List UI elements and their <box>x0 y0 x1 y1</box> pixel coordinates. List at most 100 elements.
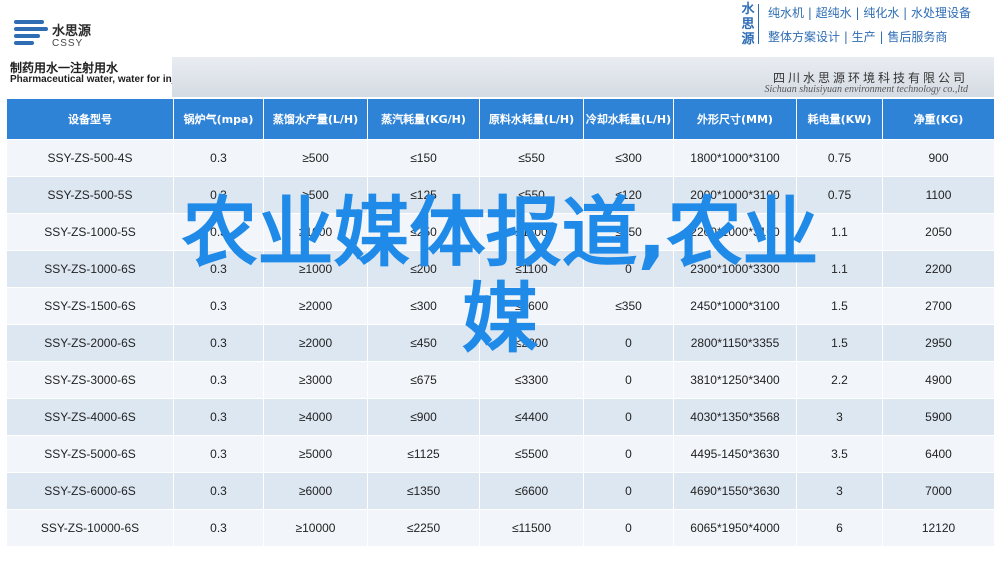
table-cell: SSY-ZS-500-4S <box>6 139 174 177</box>
table-cell: ≥500 <box>263 139 368 177</box>
table-cell: 2050 <box>882 213 995 251</box>
table-row: SSY-ZS-4000-6S 0.3 ≥4000 ≤900 ≤4400 0 4030*135… <box>6 398 995 436</box>
table-cell: 2.2 <box>796 361 883 399</box>
table-cell: SSY-ZS-5000-6S <box>6 435 174 473</box>
table-cell: ≥3000 <box>263 361 368 399</box>
table-cell: 0 <box>583 509 674 547</box>
table-cell: 0.3 <box>173 509 264 547</box>
table-cell: 0.3 <box>173 250 264 288</box>
column-header: 蒸汽耗量(KG/H) <box>367 98 480 140</box>
table-cell: ≤450 <box>367 324 480 362</box>
company-band: 四川水思源环境科技有限公司 Sichuan shuisiyuan environ… <box>172 57 994 97</box>
table-cell: 0 <box>583 472 674 510</box>
table-cell: 1.5 <box>796 287 883 325</box>
table-cell: 1.1 <box>796 213 883 251</box>
table-cell: 2000*1000*3100 <box>673 176 797 214</box>
table-cell: ≤250 <box>583 213 674 251</box>
column-header: 耗电量(KW) <box>796 98 883 140</box>
table-cell: 0.3 <box>173 361 264 399</box>
table-cell: 12120 <box>882 509 995 547</box>
table-cell: 1800*1000*3100 <box>673 139 797 177</box>
table-row: SSY-ZS-1500-6S 0.3 ≥2000 ≤300 ≤1600 ≤350 2450*… <box>6 287 995 325</box>
table-cell: 3810*1250*3400 <box>673 361 797 399</box>
table-row: SSY-ZS-500-4S 0.3 ≥500 ≤150 ≤550 ≤300 1800*100… <box>6 139 995 177</box>
table-cell: 1.5 <box>796 324 883 362</box>
table-cell: 2950 <box>882 324 995 362</box>
table-cell: 0.3 <box>173 324 264 362</box>
table-cell: ≤300 <box>367 287 480 325</box>
table-cell: SSY-ZS-4000-6S <box>6 398 174 436</box>
table-cell: 7000 <box>882 472 995 510</box>
table-cell: 3 <box>796 398 883 436</box>
table-header-row: 设备型号 锅炉气(mpa) 蒸馏水产量(L/H) 蒸汽耗量(KG/H) 原料水耗量(L/… <box>6 98 995 140</box>
table-row: SSY-ZS-500-5S 0.3 ≥500 ≤125 ≤550 ≤120 2000*100… <box>6 176 995 214</box>
table-cell: ≥5000 <box>263 435 368 473</box>
table-cell: ≥1000 <box>263 250 368 288</box>
table-cell: 0.3 <box>173 472 264 510</box>
table-cell: ≤3300 <box>479 361 584 399</box>
table-row: SSY-ZS-3000-6S 0.3 ≥3000 ≤675 ≤3300 0 3810*125… <box>6 361 995 399</box>
table-cell: ≤125 <box>367 176 480 214</box>
table-cell: ≤550 <box>479 139 584 177</box>
table-cell: 2300*1000*3300 <box>673 250 797 288</box>
table-cell: SSY-ZS-10000-6S <box>6 509 174 547</box>
table-cell: ≤11500 <box>479 509 584 547</box>
table-cell: 5900 <box>882 398 995 436</box>
table-cell: 4690*1550*3630 <box>673 472 797 510</box>
table-cell: SSY-ZS-2000-6S <box>6 324 174 362</box>
table-cell: SSY-ZS-6000-6S <box>6 472 174 510</box>
brand-slogan: 水思源 纯水机 | 超纯水 | 纯化水 | 水处理设备 整体方案设计 | 生产 … <box>736 0 1000 50</box>
table-cell: ≤250 <box>367 213 480 251</box>
company-logo: 水思源 CSSY <box>14 18 114 58</box>
table-row: SSY-ZS-2000-6S 0.3 ≥2000 ≤450 ≤2200 0 2800*115… <box>6 324 995 362</box>
table-cell: ≤350 <box>583 287 674 325</box>
table-cell: ≥1000 <box>263 213 368 251</box>
table-row: SSY-ZS-6000-6S 0.3 ≥6000 ≤1350 ≤6600 0 4690*15… <box>6 472 995 510</box>
table-row: SSY-ZS-5000-6S 0.3 ≥5000 ≤1125 ≤5500 0 4495-14… <box>6 435 995 473</box>
table-cell: 0.3 <box>173 139 264 177</box>
table-cell: ≤1100 <box>479 213 584 251</box>
table-cell: 0.3 <box>173 435 264 473</box>
table-cell: ≤2200 <box>479 324 584 362</box>
brand-line-1: 纯水机 | 超纯水 | 纯化水 | 水处理设备 <box>768 6 972 20</box>
table-cell: 0.3 <box>173 287 264 325</box>
table-cell: 0.3 <box>173 176 264 214</box>
table-cell: 4495-1450*3630 <box>673 435 797 473</box>
table-cell: ≤1350 <box>367 472 480 510</box>
column-header: 蒸馏水产量(L/H) <box>263 98 368 140</box>
table-cell: ≤900 <box>367 398 480 436</box>
logo-name-cn: 水思源 <box>52 24 92 39</box>
table-cell: SSY-ZS-1000-6S <box>6 250 174 288</box>
table-cell: 0 <box>583 361 674 399</box>
table-cell: ≤1125 <box>367 435 480 473</box>
table-cell: 2450*1000*3100 <box>673 287 797 325</box>
table-cell: ≤550 <box>479 176 584 214</box>
table-row: SSY-ZS-1000-5S 0.3 ≥1000 ≤250 ≤1100 ≤250 2200*… <box>6 213 995 251</box>
table-cell: 4900 <box>882 361 995 399</box>
table-cell: 3.5 <box>796 435 883 473</box>
table-cell: ≤2250 <box>367 509 480 547</box>
table-cell: 3 <box>796 472 883 510</box>
table-cell: 900 <box>882 139 995 177</box>
table-cell: ≤300 <box>583 139 674 177</box>
water-wave-icon <box>14 18 48 48</box>
table-row: SSY-ZS-1000-6S 0.3 ≥1000 ≤200 ≤1100 0 2300*100… <box>6 250 995 288</box>
table-cell: 4030*1350*3568 <box>673 398 797 436</box>
table-cell: 2800*1150*3355 <box>673 324 797 362</box>
spec-table: 设备型号 锅炉气(mpa) 蒸馏水产量(L/H) 蒸汽耗量(KG/H) 原料水耗量(L/… <box>6 98 995 547</box>
table-cell: ≤675 <box>367 361 480 399</box>
table-cell: ≤150 <box>367 139 480 177</box>
table-cell: 0.3 <box>173 213 264 251</box>
column-header: 冷却水耗量(L/H) <box>583 98 674 140</box>
product-title: 制药用水一注射用水 Pharmaceutical water, water fo… <box>6 57 204 97</box>
table-cell: ≤4400 <box>479 398 584 436</box>
table-cell: 0.75 <box>796 176 883 214</box>
table-cell: ≥4000 <box>263 398 368 436</box>
table-cell: ≤1600 <box>479 287 584 325</box>
table-cell: SSY-ZS-3000-6S <box>6 361 174 399</box>
column-header: 外形尺寸(MM) <box>673 98 797 140</box>
table-cell: 6 <box>796 509 883 547</box>
logo-name-en: CSSY <box>52 38 84 49</box>
column-header: 锅炉气(mpa) <box>173 98 264 140</box>
table-cell: ≥500 <box>263 176 368 214</box>
